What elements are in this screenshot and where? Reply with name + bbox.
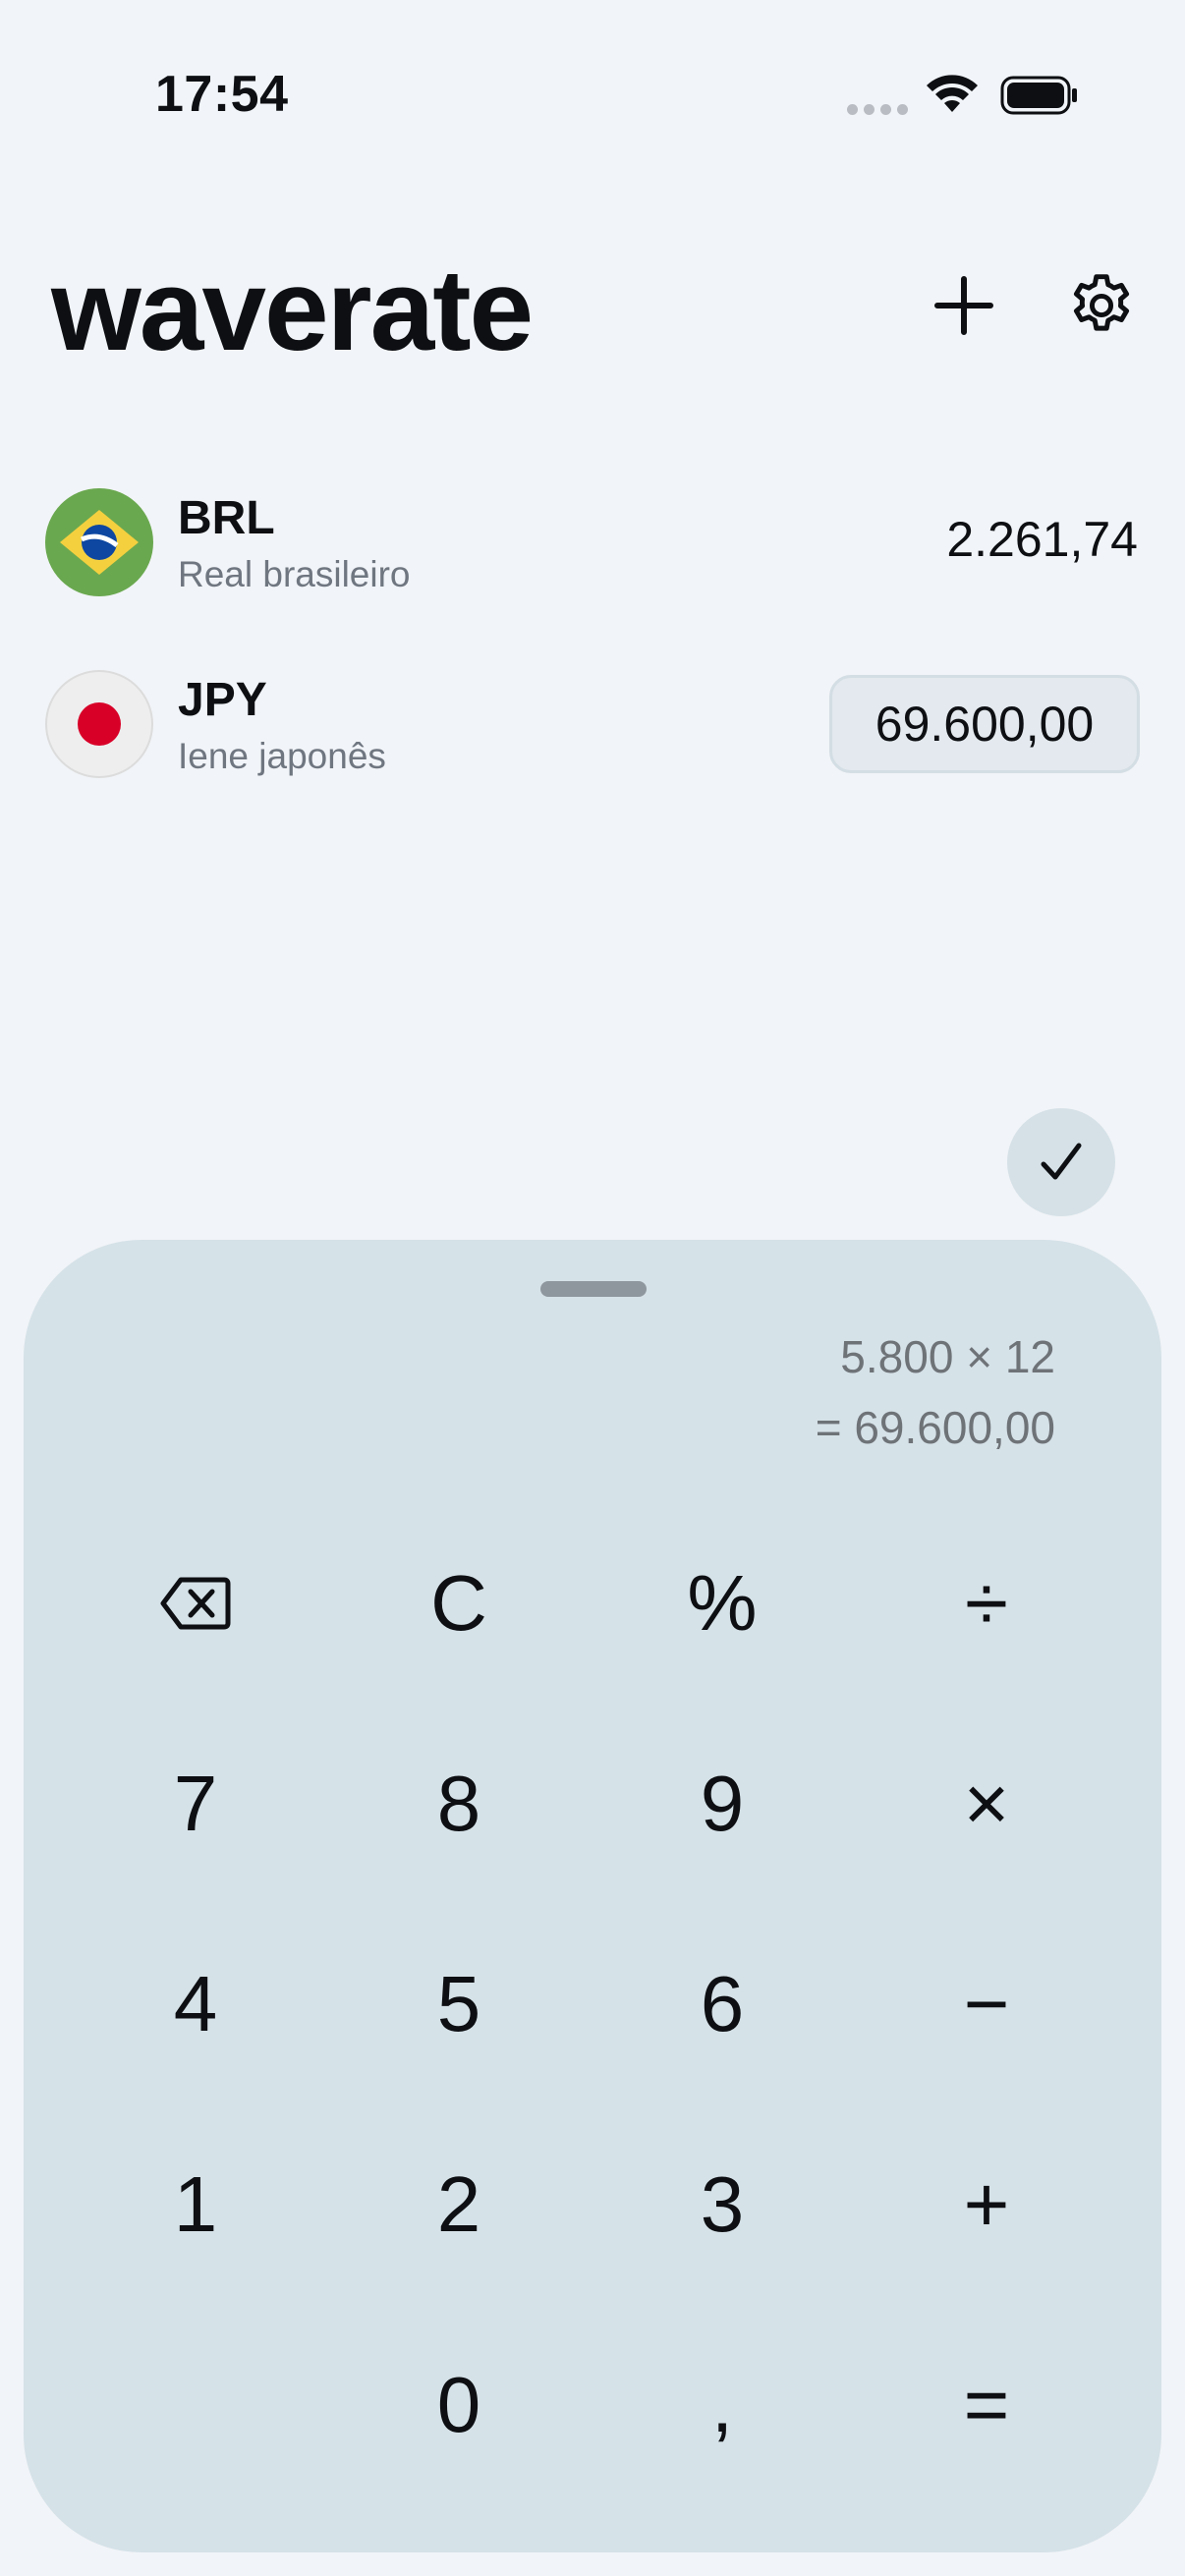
currency-code: JPY	[178, 674, 267, 726]
key-8[interactable]: 8	[361, 1725, 557, 1882]
active-amount-field[interactable]: 69.600,00	[829, 675, 1140, 773]
key-0[interactable]: 0	[361, 2326, 557, 2484]
key-6[interactable]: 6	[624, 1926, 820, 2083]
app-title: waverate	[51, 246, 534, 375]
confirm-button[interactable]	[1007, 1108, 1115, 1216]
key-3[interactable]: 3	[624, 2126, 820, 2283]
cellular-signal-icon	[847, 104, 908, 115]
brazil-flag-icon	[45, 488, 153, 596]
status-bar: 17:54	[0, 0, 1185, 196]
key-comma[interactable]: ,	[624, 2326, 820, 2484]
key-1[interactable]: 1	[97, 2126, 294, 2283]
key-minus[interactable]: −	[888, 1926, 1085, 2083]
key-equals[interactable]: =	[888, 2326, 1085, 2484]
add-currency-button[interactable]	[930, 271, 998, 340]
wifi-icon	[927, 75, 978, 112]
key-plus[interactable]: +	[888, 2126, 1085, 2283]
calculator-keypad: 5.800 × 12 = 69.600,00 C % ÷ 7 8 9 × 4 5…	[24, 1240, 1161, 2552]
battery-icon	[1000, 76, 1077, 115]
drag-handle[interactable]	[540, 1281, 647, 1297]
japan-flag-icon	[45, 670, 153, 778]
settings-gear-icon[interactable]	[1065, 269, 1138, 342]
currency-row-brl[interactable]: BRL Real brasileiro 2.261,74	[0, 472, 1185, 619]
currency-row-jpy[interactable]: JPY Iene japonês 69.600,00	[0, 653, 1185, 801]
currency-name: Real brasileiro	[178, 554, 411, 594]
key-7[interactable]: 7	[97, 1725, 294, 1882]
key-2[interactable]: 2	[361, 2126, 557, 2283]
key-percent[interactable]: %	[624, 1525, 820, 1682]
calc-expression: 5.800 × 12	[840, 1331, 1055, 1382]
key-clear[interactable]: C	[361, 1525, 557, 1682]
key-5[interactable]: 5	[361, 1926, 557, 2083]
key-9[interactable]: 9	[624, 1725, 820, 1882]
key-multiply[interactable]: ×	[888, 1725, 1085, 1882]
currency-amount[interactable]: 2.261,74	[946, 511, 1138, 568]
checkmark-icon	[1041, 1143, 1082, 1180]
calc-result: = 69.600,00	[815, 1402, 1055, 1453]
key-divide[interactable]: ÷	[888, 1525, 1085, 1682]
backspace-button[interactable]	[97, 1525, 294, 1682]
currency-name: Iene japonês	[178, 736, 386, 776]
key-4[interactable]: 4	[97, 1926, 294, 2083]
currency-code: BRL	[178, 492, 275, 544]
backspace-icon	[160, 1577, 231, 1630]
status-time: 17:54	[155, 66, 289, 123]
app-header: waverate	[0, 236, 1185, 383]
